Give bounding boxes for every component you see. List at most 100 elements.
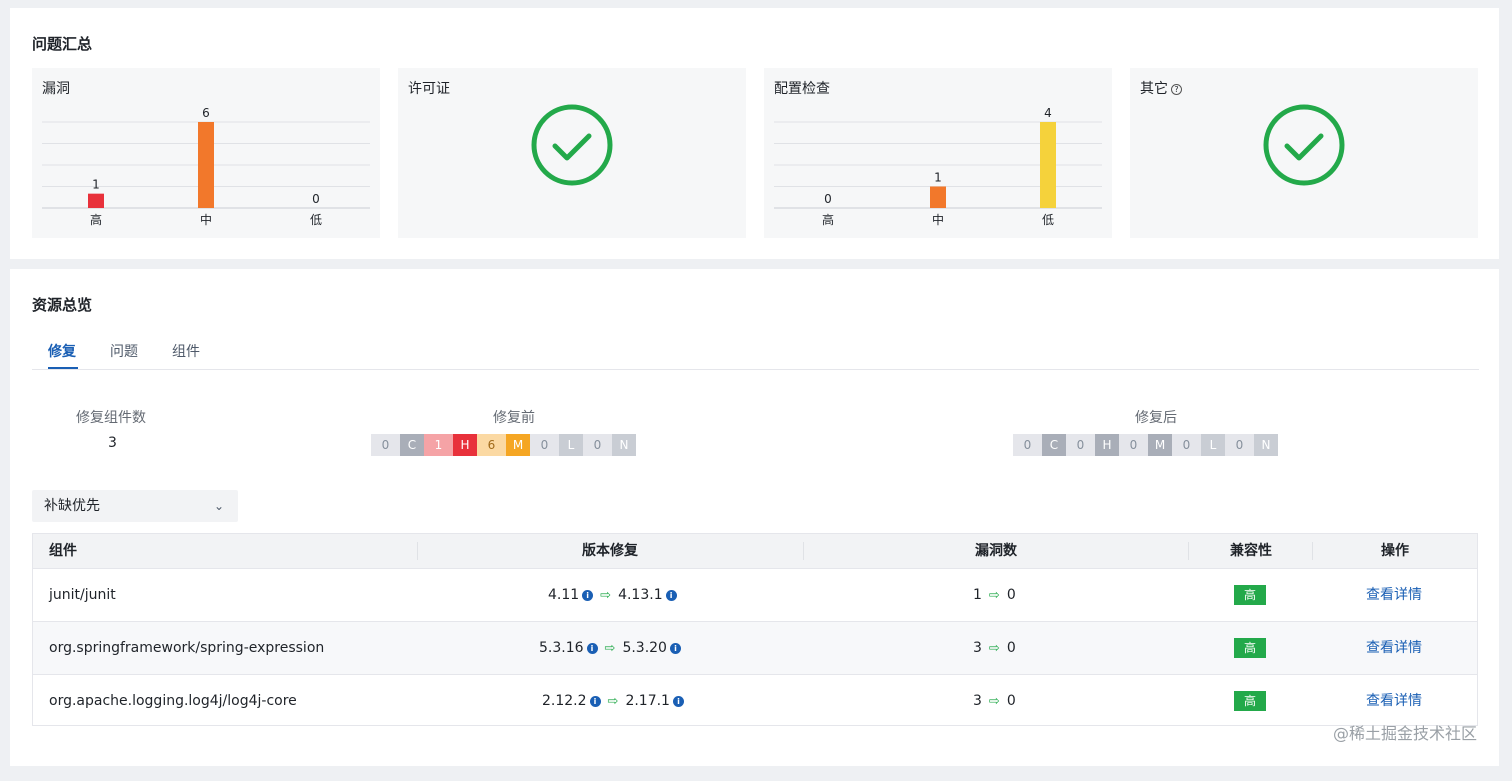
table-header: 组件 版本修复 漏洞数 兼容性 操作 <box>33 534 1477 568</box>
view-details-label[interactable]: 查看详情 <box>1366 587 1422 603</box>
category-label: 高 <box>90 212 102 227</box>
overview-tabs: 修复 问题 组件 <box>32 331 1479 370</box>
bar-value-label: 4 <box>1044 106 1052 120</box>
after-medium-letter: M <box>1148 434 1172 456</box>
active-tab-indicator <box>48 367 78 369</box>
after-fix-label: 修复后 <box>1135 410 1177 426</box>
before-fix-severity-bar: 0 C 1 H 6 M 0 L 0 N <box>371 434 636 456</box>
before-low-letter: L <box>559 434 583 456</box>
compat-cell: 高 <box>1234 675 1266 727</box>
header-vuln-count: 漏洞数 <box>975 543 1017 559</box>
before-none-count: 0 <box>583 434 612 456</box>
header-action: 操作 <box>1381 543 1409 559</box>
license-card-title: 许可证 <box>408 81 450 97</box>
category-label: 低 <box>310 213 322 227</box>
compat-badge: 高 <box>1234 638 1266 658</box>
info-icon[interactable]: i <box>582 590 594 601</box>
other-card-label: 其它 <box>1140 81 1168 97</box>
before-critical-count: 0 <box>371 434 400 456</box>
after-high-count: 0 <box>1066 434 1095 456</box>
category-label: 高 <box>822 212 834 227</box>
resource-overview-title: 资源总览 <box>32 296 93 314</box>
vuln-count-cell: 3 ⇨ 0 <box>973 675 1016 727</box>
view-details-label[interactable]: 查看详情 <box>1366 640 1422 656</box>
tab-fix[interactable]: 修复 <box>48 341 76 361</box>
vuln-count-cell: 3 ⇨ 0 <box>973 622 1016 674</box>
info-icon[interactable]: i <box>672 696 684 707</box>
priority-select[interactable]: 补缺优先 ⌄ <box>32 490 238 522</box>
after-medium-count: 0 <box>1119 434 1148 456</box>
compat-cell: 高 <box>1234 569 1266 621</box>
version-to: 2.17.1 <box>625 693 670 709</box>
table-row: org.apache.logging.log4j/log4j-core 2.12… <box>33 674 1477 727</box>
header-version-fix: 版本修复 <box>582 543 638 559</box>
before-low-count: 0 <box>530 434 559 456</box>
bar-value-label: 0 <box>824 192 832 206</box>
bar-value-label: 1 <box>92 178 100 192</box>
fixed-count-label: 修复组件数 <box>76 410 146 426</box>
vulnerability-card: 漏洞 1高6中0低 <box>32 68 380 238</box>
other-card: 其它? <box>1130 68 1478 238</box>
after-low-count: 0 <box>1172 434 1201 456</box>
tab-issues[interactable]: 问题 <box>110 341 138 361</box>
vuln-to: 0 <box>1006 693 1016 709</box>
header-divider <box>1188 542 1189 560</box>
after-critical-letter: C <box>1042 434 1066 456</box>
header-divider <box>417 542 418 560</box>
watermark: @稀土掘金技术社区 <box>1332 724 1477 743</box>
version-from: 4.11 <box>548 587 580 603</box>
version-to: 4.13.1 <box>618 587 663 603</box>
after-none-letter: N <box>1254 434 1278 456</box>
config-check-chart: 0 高 1 中 4 低 <box>774 106 1102 227</box>
license-card: 许可证 <box>398 68 746 238</box>
component-name: org.springframework/spring-expression <box>49 640 325 656</box>
compat-cell: 高 <box>1234 622 1266 674</box>
arrow-right-icon: ⇨ <box>988 694 1000 709</box>
fix-table: 组件 版本修复 漏洞数 兼容性 操作 junit/junit 4.11 i ⇨ 4.1… <box>32 533 1478 726</box>
version-fix-cell: 4.11 i ⇨ 4.13.1 i <box>548 569 677 621</box>
view-details-link[interactable]: 查看详情 <box>1366 622 1422 674</box>
help-icon[interactable]: ? <box>1171 84 1182 95</box>
info-icon[interactable]: i <box>665 590 677 601</box>
bar-1 <box>88 193 104 208</box>
view-details-link[interactable]: 查看详情 <box>1366 569 1422 621</box>
arrow-right-icon: ⇨ <box>988 588 1000 603</box>
before-high-count: 1 <box>424 434 453 456</box>
other-card-title: 其它? <box>1140 78 1182 98</box>
vuln-to: 0 <box>1006 640 1016 656</box>
version-fix-cell: 2.12.2 i ⇨ 2.17.1 i <box>542 675 684 727</box>
bar-value-label: 6 <box>202 106 210 120</box>
component-name: junit/junit <box>49 587 116 603</box>
category-label: 低 <box>1042 213 1054 227</box>
check-circle-icon <box>1263 104 1345 186</box>
after-high-letter: H <box>1095 434 1119 456</box>
arrow-right-icon: ⇨ <box>988 641 1000 656</box>
info-icon[interactable]: i <box>586 643 598 654</box>
after-none-count: 0 <box>1225 434 1254 456</box>
bar-2 <box>930 186 946 208</box>
tab-components[interactable]: 组件 <box>172 341 200 361</box>
version-to: 5.3.20 <box>622 640 667 656</box>
version-from: 2.12.2 <box>542 693 587 709</box>
arrow-right-icon: ⇨ <box>604 641 616 656</box>
vuln-from: 3 <box>973 693 982 709</box>
view-details-label[interactable]: 查看详情 <box>1366 693 1422 709</box>
bar-3 <box>1040 122 1056 208</box>
after-critical-count: 0 <box>1013 434 1042 456</box>
vuln-count-cell: 1 ⇨ 0 <box>973 569 1016 621</box>
before-critical-letter: C <box>400 434 424 456</box>
after-fix-severity-bar: 0 C 0 H 0 M 0 L 0 N <box>1013 434 1278 456</box>
header-divider <box>1312 542 1313 560</box>
check-circle-icon <box>531 104 613 186</box>
before-medium-letter: M <box>506 434 530 456</box>
compat-badge: 高 <box>1234 585 1266 605</box>
before-high-letter: H <box>453 434 477 456</box>
component-name: org.apache.logging.log4j/log4j-core <box>49 693 297 709</box>
category-label: 中 <box>932 212 944 227</box>
table-row: junit/junit 4.11 i ⇨ 4.13.1 i 1 ⇨ 0 高 查看详情 <box>33 568 1477 621</box>
table-row: org.springframework/spring-expression 5.… <box>33 621 1477 674</box>
info-icon[interactable]: i <box>589 696 601 707</box>
before-medium-count: 6 <box>477 434 506 456</box>
resource-overview-panel: 资源总览 修复 问题 组件 修复组件数 3 修复前 0 C 1 H 6 M 0 … <box>10 269 1499 766</box>
info-icon[interactable]: i <box>669 643 681 654</box>
